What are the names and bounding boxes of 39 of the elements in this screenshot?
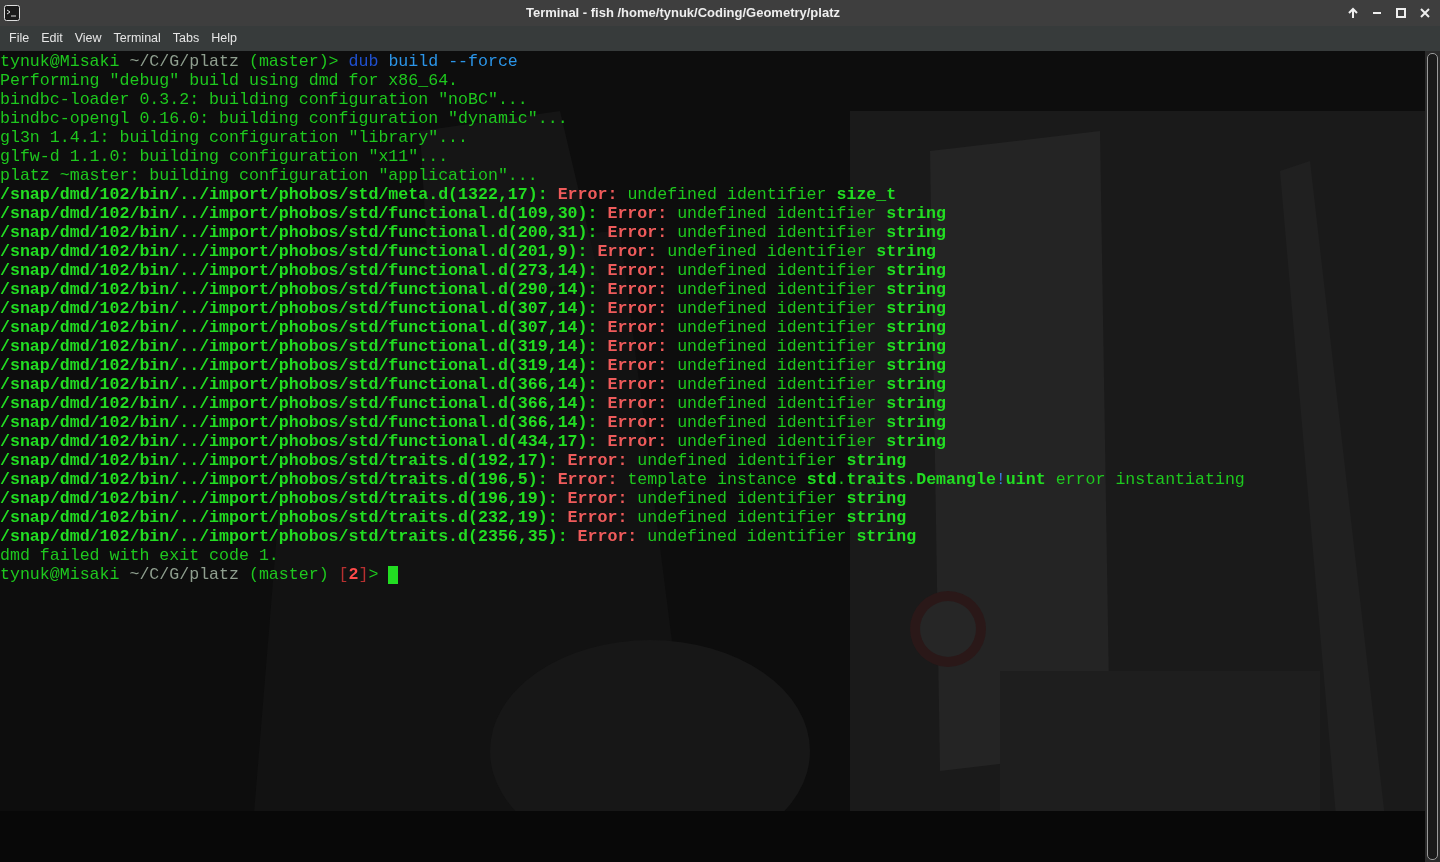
terminal-line: platz ~master: building configuration "application"... bbox=[0, 166, 538, 185]
terminal-line: /snap/dmd/102/bin/../import/phobos/std/functional.d(109,30): Error: undefined identifier string bbox=[0, 204, 947, 223]
terminal-line: tynuk@Misaki ~/C/G/platz (master) [2]> bbox=[0, 565, 380, 584]
terminal-line: /snap/dmd/102/bin/../import/phobos/std/functional.d(201,9): Error: undefined identifier string bbox=[0, 242, 937, 261]
terminal-line: /snap/dmd/102/bin/../import/phobos/std/functional.d(434,17): Error: undefined identifier string bbox=[0, 432, 947, 451]
terminal-line: /snap/dmd/102/bin/../import/phobos/std/functional.d(366,14): Error: undefined identifier string bbox=[0, 413, 947, 432]
menu-item[interactable]: View bbox=[68, 29, 108, 48]
terminal-line: /snap/dmd/102/bin/../import/phobos/std/functional.d(366,14): Error: undefined identifier string bbox=[0, 394, 947, 413]
terminal-line: /snap/dmd/102/bin/../import/phobos/std/traits.d(232,19): Error: undefined identifier string bbox=[0, 508, 907, 527]
terminal-line: /snap/dmd/102/bin/../import/phobos/std/functional.d(307,14): Error: undefined identifier string bbox=[0, 299, 947, 318]
maximize-icon[interactable] bbox=[1394, 6, 1408, 20]
terminal-line: bindbc-loader 0.3.2: building configuration "noBC"... bbox=[0, 90, 528, 109]
menu-item[interactable]: Tabs bbox=[166, 29, 206, 48]
terminal-icon bbox=[4, 5, 20, 21]
terminal-line: /snap/dmd/102/bin/../import/phobos/std/functional.d(319,14): Error: undefined identifier string bbox=[0, 337, 947, 356]
terminal-line: Performing "debug" build using dmd for x86_64. bbox=[0, 71, 459, 90]
terminal-line: /snap/dmd/102/bin/../import/phobos/std/functional.d(366,14): Error: undefined identifier string bbox=[0, 375, 947, 394]
terminal-line: dmd failed with exit code 1. bbox=[0, 546, 279, 565]
terminal-line: /snap/dmd/102/bin/../import/phobos/std/functional.d(307,14): Error: undefined identifier string bbox=[0, 318, 947, 337]
terminal-line: tynuk@Misaki ~/C/G/platz (master)> dub build --force bbox=[0, 52, 518, 71]
arrow-up-icon[interactable] bbox=[1346, 6, 1360, 20]
menu-item[interactable]: File bbox=[3, 29, 36, 48]
terminal-line: bindbc-opengl 0.16.0: building configuration "dynamic"... bbox=[0, 109, 568, 128]
terminal-line: /snap/dmd/102/bin/../import/phobos/std/traits.d(2356,35): Error: undefined identifier string bbox=[0, 527, 917, 546]
terminal-line: /snap/dmd/102/bin/../import/phobos/std/functional.d(200,31): Error: undefined identifier string bbox=[0, 223, 947, 242]
terminal-line: /snap/dmd/102/bin/../import/phobos/std/functional.d(290,14): Error: undefined identifier string bbox=[0, 280, 947, 299]
terminal-line: glfw-d 1.1.0: building configuration "x11"... bbox=[0, 147, 449, 166]
terminal-line: /snap/dmd/102/bin/../import/phobos/std/traits.d(196,19): Error: undefined identifier string bbox=[0, 489, 907, 508]
window-title: Terminal - fish /home/tynuk/Coding/Geometry/platz bbox=[526, 4, 840, 23]
menu-item[interactable]: Edit bbox=[35, 29, 69, 48]
terminal-line: /snap/dmd/102/bin/../import/phobos/std/traits.d(196,5): Error: template instance std.traits.Demangle!uint error instantiating bbox=[0, 470, 1245, 489]
terminal-line: gl3n 1.4.1: building configuration "library"... bbox=[0, 128, 469, 147]
menu-item[interactable]: Terminal bbox=[107, 29, 167, 48]
terminal-line: /snap/dmd/102/bin/../import/phobos/std/functional.d(273,14): Error: undefined identifier string bbox=[0, 261, 947, 280]
close-icon[interactable] bbox=[1418, 6, 1432, 20]
terminal-line: /snap/dmd/102/bin/../import/phobos/std/traits.d(192,17): Error: undefined identifier string bbox=[0, 451, 907, 470]
menu-item[interactable]: Help bbox=[205, 29, 243, 48]
terminal-line: /snap/dmd/102/bin/../import/phobos/std/functional.d(319,14): Error: undefined identifier string bbox=[0, 356, 947, 375]
terminal-line: /snap/dmd/102/bin/../import/phobos/std/meta.d(1322,17): Error: undefined identifier size_t bbox=[0, 185, 897, 204]
